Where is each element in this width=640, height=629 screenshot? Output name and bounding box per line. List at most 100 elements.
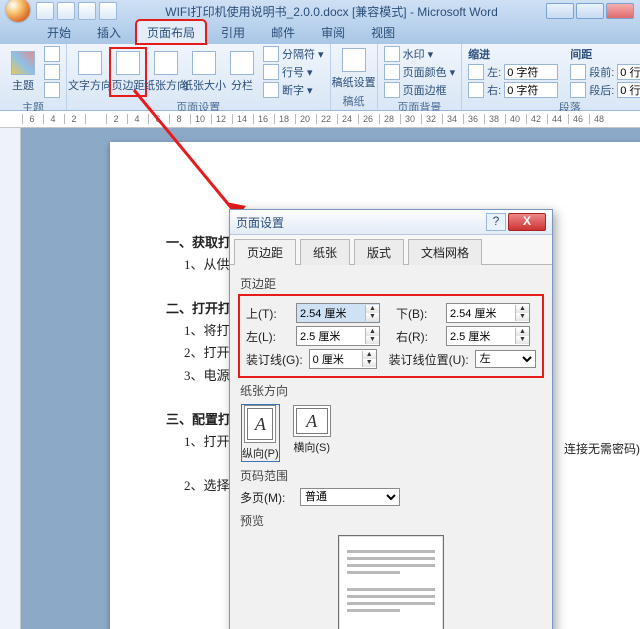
dlg-tab-docgrid[interactable]: 文档网格: [408, 239, 482, 265]
breaks-icon: [263, 46, 279, 62]
qat-undo-icon[interactable]: [57, 2, 75, 20]
hyphenation-icon: [263, 82, 279, 98]
left-input[interactable]: [297, 328, 365, 344]
fs-orientation: 纸张方向 A 纵向(P) A 横向(S): [240, 382, 542, 461]
text-direction-icon: [78, 51, 102, 75]
theme-fonts-icon[interactable]: [44, 64, 60, 80]
fs-preview: 预览: [240, 512, 542, 629]
tab-insert[interactable]: 插入: [86, 20, 132, 44]
space-before-input[interactable]: [617, 64, 640, 80]
theme-effects-icon[interactable]: [44, 82, 60, 98]
qat-save-icon[interactable]: [36, 2, 54, 20]
space-after-row: 段后:: [570, 82, 640, 98]
tab-home[interactable]: 开始: [36, 20, 82, 44]
columns-button[interactable]: 分栏: [225, 49, 259, 95]
indent-right-row: 右:: [468, 82, 558, 98]
multipages-select[interactable]: 普通: [300, 488, 400, 506]
watermark-button[interactable]: 水印 ▾: [384, 46, 456, 62]
size-button[interactable]: 纸张大小: [187, 49, 221, 95]
horizontal-ruler[interactable]: 6422468101214161820222426283032343638404…: [0, 111, 640, 128]
lbl-top: 上(T):: [246, 305, 290, 322]
dlg-tab-paper[interactable]: 纸张: [300, 239, 350, 265]
office-orb-icon[interactable]: [6, 0, 30, 22]
qat-more-icon[interactable]: [99, 2, 117, 20]
dialog-help-button[interactable]: ?: [486, 213, 506, 231]
right-input[interactable]: [447, 328, 515, 344]
group-theme: 主题 主题: [0, 44, 67, 110]
close-button[interactable]: [606, 3, 634, 19]
minimize-button[interactable]: [546, 3, 574, 19]
fs-page-range: 页码范围 多页(M): 普通: [240, 467, 542, 506]
indent-header: 缩进: [468, 46, 558, 62]
page-color-button[interactable]: 页面颜色 ▾: [384, 64, 456, 80]
paper-icon: [342, 48, 366, 72]
vertical-ruler[interactable]: [0, 128, 21, 629]
dialog-tabs: 页边距 纸张 版式 文档网格: [230, 235, 552, 265]
lbl-gutter-pos: 装订线位置(U):: [389, 351, 469, 368]
group-title-paper: 稿纸: [337, 92, 371, 111]
tab-references[interactable]: 引用: [210, 20, 256, 44]
indent-left-input[interactable]: [504, 64, 558, 80]
dialog-titlebar[interactable]: 页面设置 ? X: [230, 210, 552, 235]
space-before-row: 段前:: [570, 64, 640, 80]
line-numbers-icon: [263, 64, 279, 80]
fs-margins-title: 页边距: [240, 275, 542, 292]
spin-bottom[interactable]: ▲▼: [446, 303, 530, 323]
orientation-landscape[interactable]: A 横向(S): [293, 405, 331, 461]
breaks-button[interactable]: 分隔符 ▾: [263, 46, 324, 62]
indent-left-icon: [468, 64, 484, 80]
theme-colors-icon[interactable]: [44, 46, 60, 62]
space-after-icon: [570, 82, 586, 98]
spin-top[interactable]: ▲▼: [296, 303, 380, 323]
indent-right-input[interactable]: [504, 82, 558, 98]
indent-right-icon: [468, 82, 484, 98]
ribbon-tabs: 开始 插入 页面布局 引用 邮件 审阅 视图: [0, 22, 640, 44]
spin-left[interactable]: ▲▼: [296, 326, 380, 346]
hyphenation-button[interactable]: 断字 ▾: [263, 82, 324, 98]
text-direction-button[interactable]: 文字方向: [73, 49, 107, 95]
spin-gutter[interactable]: ▲▼: [309, 349, 377, 369]
margins-button[interactable]: 页边距: [111, 49, 145, 95]
titlebar: WIFI打印机使用说明书_2.0.0.docx [兼容模式] - Microso…: [0, 0, 640, 22]
page-color-icon: [384, 64, 400, 80]
gutter-input[interactable]: [310, 351, 362, 367]
spin-right[interactable]: ▲▼: [446, 326, 530, 346]
doc-wifi-hint: 连接无需密码)。: [564, 440, 640, 457]
quick-access-toolbar: [36, 2, 117, 20]
margins-icon: [116, 51, 140, 75]
lbl-bottom: 下(B):: [396, 305, 440, 322]
dlg-tab-margins[interactable]: 页边距: [234, 239, 296, 265]
space-before-icon: [570, 64, 586, 80]
indent-left-row: 左:: [468, 64, 558, 80]
paper-settings-button[interactable]: 稿纸设置: [337, 46, 371, 92]
tab-page-layout[interactable]: 页面布局: [136, 20, 206, 44]
group-page-setup: 文字方向 页边距 纸张方向 纸张大小 分栏 分隔符 ▾ 行号 ▾ 断字 ▾ 页面…: [67, 44, 331, 110]
page-borders-button[interactable]: 页面边框: [384, 82, 456, 98]
preview-page-icon: [338, 535, 444, 629]
lbl-left: 左(L):: [246, 328, 290, 345]
fs-orientation-title: 纸张方向: [240, 382, 542, 399]
fs-margins: 页边距 上(T): ▲▼ 下(B): ▲▼ 左(L): ▲▼ 右(R): ▲▼ …: [240, 275, 542, 376]
tab-view[interactable]: 视图: [360, 20, 406, 44]
columns-icon: [230, 51, 254, 75]
dialog-title: 页面设置: [236, 214, 486, 231]
top-input[interactable]: [297, 305, 365, 321]
maximize-button[interactable]: [576, 3, 604, 19]
page-setup-dialog: 页面设置 ? X 页边距 纸张 版式 文档网格 页边距 上(T): ▲▼ 下(B…: [229, 209, 553, 629]
group-paragraph: 缩进 左: 右: 间距 段前: 段后: 段落: [462, 44, 640, 110]
gutter-pos-select[interactable]: 左: [475, 350, 536, 368]
orientation-button[interactable]: 纸张方向: [149, 49, 183, 95]
qat-redo-icon[interactable]: [78, 2, 96, 20]
page-borders-icon: [384, 82, 400, 98]
size-icon: [192, 51, 216, 75]
bottom-input[interactable]: [447, 305, 515, 321]
space-after-input[interactable]: [617, 82, 640, 98]
dlg-tab-layout[interactable]: 版式: [354, 239, 404, 265]
tab-review[interactable]: 审阅: [310, 20, 356, 44]
lbl-right: 右(R):: [396, 328, 440, 345]
themes-button[interactable]: 主题: [6, 49, 40, 95]
orientation-portrait[interactable]: A 纵向(P): [242, 405, 279, 461]
line-numbers-button[interactable]: 行号 ▾: [263, 64, 324, 80]
tab-mailings[interactable]: 邮件: [260, 20, 306, 44]
dialog-close-button[interactable]: X: [508, 213, 546, 231]
